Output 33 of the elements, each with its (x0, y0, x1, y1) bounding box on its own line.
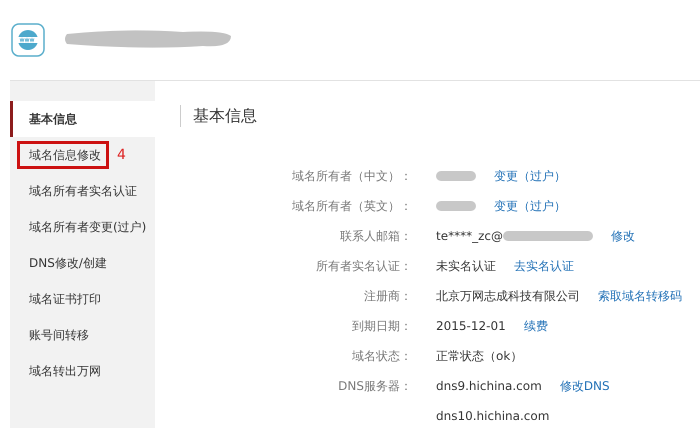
field-label: 所有者实名认证： (315, 258, 412, 274)
field-value: dns9.hichina.com (436, 379, 542, 393)
action-link[interactable]: 变更（过户） (494, 198, 566, 214)
sidebar-item[interactable]: 域名信息修改 (17, 141, 109, 169)
globe-icon (11, 23, 45, 57)
field-value: 正常状态（ok） (436, 348, 522, 364)
sidebar-item[interactable]: 域名证书打印 (10, 281, 101, 317)
field-value: te****_zc@ (436, 229, 503, 243)
annotation-number: 4 (117, 147, 126, 163)
action-link[interactable]: 索取域名转移码 (598, 288, 682, 304)
field-label: 联系人邮箱： (339, 228, 412, 244)
field-value: 北京万网志成科技有限公司 (436, 288, 580, 304)
field-label: 注册商： (363, 288, 412, 304)
field-value: 未实名认证 (436, 258, 496, 274)
field-label: 域名所有者（中文）： (291, 168, 412, 184)
field-label: DNS服务器： (337, 378, 412, 394)
action-link[interactable]: 修改 (610, 228, 635, 244)
sidebar-item[interactable]: DNS修改/创建 (10, 245, 107, 281)
sidebar-item[interactable]: 基本信息 (10, 101, 155, 137)
sidebar-item[interactable]: 账号间转移 (10, 317, 89, 353)
action-link[interactable]: 修改DNS (560, 378, 610, 394)
field-label: 域名状态： (351, 348, 412, 364)
field-value: 2015-12-01 (436, 319, 506, 333)
sidebar-item[interactable]: 域名所有者变更(过户) (10, 209, 146, 245)
action-link[interactable]: 去实名认证 (514, 258, 574, 274)
sidebar-item[interactable]: 域名所有者实名认证 (10, 173, 137, 209)
action-link[interactable]: 变更（过户） (494, 168, 566, 184)
field-value: dns10.hichina.com (436, 409, 550, 423)
field-label: 域名所有者（英文）： (291, 198, 412, 214)
section-title: 基本信息 (180, 105, 700, 127)
sidebar-item[interactable]: 域名转出万网 (10, 353, 101, 389)
action-link[interactable]: 续费 (524, 318, 548, 334)
field-label: 到期日期： (351, 318, 412, 334)
